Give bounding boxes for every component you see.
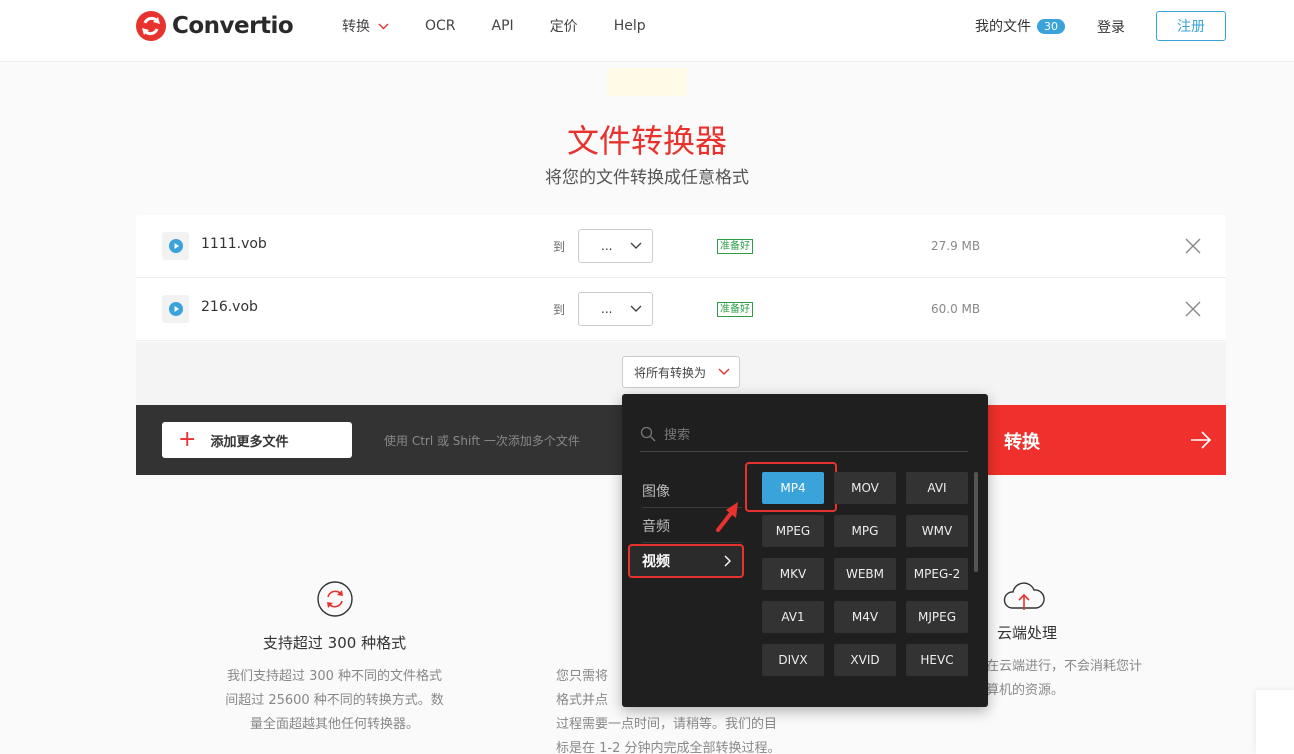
close-icon[interactable] [1184, 237, 1202, 255]
feature-title: 云端处理 [997, 624, 1058, 642]
login-link[interactable]: 登录 [1097, 17, 1125, 37]
status-badge: 准备好 [717, 302, 753, 317]
add-more-files-label: 添加更多文件 [210, 434, 289, 450]
format-mkv[interactable]: MKV [762, 558, 824, 590]
scrollbar[interactable] [974, 472, 978, 572]
my-files-link[interactable]: 我的文件 30 [975, 16, 1065, 36]
nav-ocr-label: OCR [425, 18, 456, 34]
logo-icon [136, 11, 166, 41]
play-circle-icon[interactable] [162, 232, 189, 260]
nav-help[interactable]: Help [614, 18, 646, 34]
format-webm[interactable]: WEBM [834, 558, 896, 590]
annotation-arrow-icon [716, 502, 738, 532]
nav-api-label: API [491, 18, 514, 34]
nav-convert[interactable]: 转换 [342, 16, 389, 36]
close-icon[interactable] [1184, 300, 1202, 318]
add-files-hint: 使用 Ctrl 或 Shift 一次添加多个文件 [384, 434, 580, 448]
page-subtitle: 将您的文件转换成任意格式 [545, 168, 749, 188]
format-select-value: ... [601, 239, 613, 253]
to-label: 到 [553, 240, 566, 254]
add-more-files-button[interactable]: + 添加更多文件 [162, 422, 352, 458]
convert-all-label: 将所有转换为 [634, 365, 707, 380]
refresh-icon [316, 581, 353, 617]
nav-ocr[interactable]: OCR [425, 18, 456, 34]
search-icon [640, 426, 656, 441]
highlight-box [628, 544, 744, 578]
feature-desc-line: 过程需要一点时间，请稍等。我们的目 [556, 717, 778, 732]
nav-convert-label: 转换 [342, 19, 370, 35]
format-divx[interactable]: DIVX [762, 644, 824, 676]
to-label: 到 [553, 303, 566, 317]
feature-description: 我们支持超过 300 种不同的文件格式 间超过 25600 种不同的转换方式。数… [212, 665, 457, 737]
page-title: 文件转换器 [566, 122, 727, 160]
convert-button[interactable]: 转换 [988, 405, 1226, 475]
file-name: 1111.vob [201, 236, 267, 252]
format-av1[interactable]: AV1 [762, 601, 824, 633]
feature-desc-line: 我们支持超过 300 种不同的文件格式 [226, 669, 443, 684]
side-widget[interactable] [1256, 690, 1294, 754]
feature-desc-line: 算机的资源。 [986, 683, 1065, 698]
nav-help-label: Help [613, 18, 646, 34]
format-mov[interactable]: MOV [834, 472, 896, 504]
divider [642, 542, 742, 543]
nav-pricing[interactable]: 定价 [550, 16, 578, 36]
file-size: 60.0 MB [931, 302, 981, 316]
file-row: 1111.vob 到 ... 准备好 27.9 MB [136, 215, 1226, 278]
feature-description: 在云端进行，不会消耗您计 算机的资源。 [980, 655, 1160, 703]
file-list: 1111.vob 到 ... 准备好 27.9 MB 216.vob 到 ...… [136, 215, 1226, 341]
file-row: 216.vob 到 ... 准备好 60.0 MB [136, 278, 1226, 341]
search-placeholder: 搜索 [664, 428, 691, 443]
format-wmv[interactable]: WMV [906, 515, 968, 547]
feature-desc-line: 在云端进行，不会消耗您计 [986, 659, 1143, 674]
chevron-down-icon [378, 23, 389, 29]
chevron-down-icon [630, 242, 642, 249]
chevron-down-icon [718, 368, 730, 375]
header: Convertio 转换 OCR API 定价 Help 我的文件 30 登录 … [0, 0, 1294, 62]
format-dropdown: 搜索 图像 音频 视频 MP4 MOV AVI MPEG MPG WMV MKV… [622, 394, 988, 707]
file-size: 27.9 MB [931, 239, 981, 253]
nav-api[interactable]: API [492, 18, 514, 34]
feature-formats: 支持超过 300 种格式 我们支持超过 300 种不同的文件格式 间超过 256… [212, 580, 457, 737]
convert-all-select[interactable]: 将所有转换为 [622, 356, 740, 388]
format-mpg[interactable]: MPG [834, 515, 896, 547]
chevron-down-icon [630, 305, 642, 312]
feature-desc-line: 量全面超越其他任何转换器。 [249, 717, 419, 732]
my-files-label: 我的文件 [975, 19, 1031, 35]
feature-title: 支持超过 300 种格式 [262, 634, 407, 652]
cloud-upload-icon [1003, 582, 1045, 610]
format-select-value: ... [601, 302, 613, 316]
feature-desc-line: 间超过 25600 种不同的转换方式。数 [225, 693, 444, 708]
status-badge: 准备好 [717, 239, 753, 254]
play-circle-icon[interactable] [162, 295, 189, 323]
format-select[interactable]: ... [578, 229, 653, 263]
brand-name: Convertio [172, 13, 294, 39]
format-hevc[interactable]: HEVC [906, 644, 968, 676]
main-nav: 转换 OCR API 定价 Help [342, 0, 682, 52]
nav-pricing-label: 定价 [549, 19, 578, 35]
feature-desc-line: 标是在 1-2 分钟内完成全部转换过程。 [556, 741, 781, 754]
file-name: 216.vob [201, 299, 258, 315]
format-search[interactable]: 搜索 [640, 416, 968, 452]
plus-icon: + [178, 427, 197, 452]
files-count-badge: 30 [1037, 18, 1065, 34]
format-mpeg[interactable]: MPEG [762, 515, 824, 547]
category-image[interactable]: 图像 [642, 481, 670, 501]
format-select[interactable]: ... [578, 292, 653, 326]
format-mjpeg[interactable]: MJPEG [906, 601, 968, 633]
arrow-right-icon [1191, 431, 1212, 449]
logo[interactable]: Convertio [136, 10, 294, 42]
category-audio[interactable]: 音频 [642, 516, 670, 536]
format-mpeg-2[interactable]: MPEG-2 [906, 558, 968, 590]
convert-button-label: 转换 [1004, 432, 1040, 453]
signup-button[interactable]: 注册 [1156, 11, 1226, 41]
feature-cloud: 云端处理 在云端进行，不会消耗您计 算机的资源。 [980, 580, 1160, 703]
format-m4v[interactable]: M4V [834, 601, 896, 633]
ad-banner [607, 68, 687, 96]
format-xvid[interactable]: XVID [834, 644, 896, 676]
format-mp4[interactable]: MP4 [762, 472, 824, 504]
format-avi[interactable]: AVI [906, 472, 968, 504]
